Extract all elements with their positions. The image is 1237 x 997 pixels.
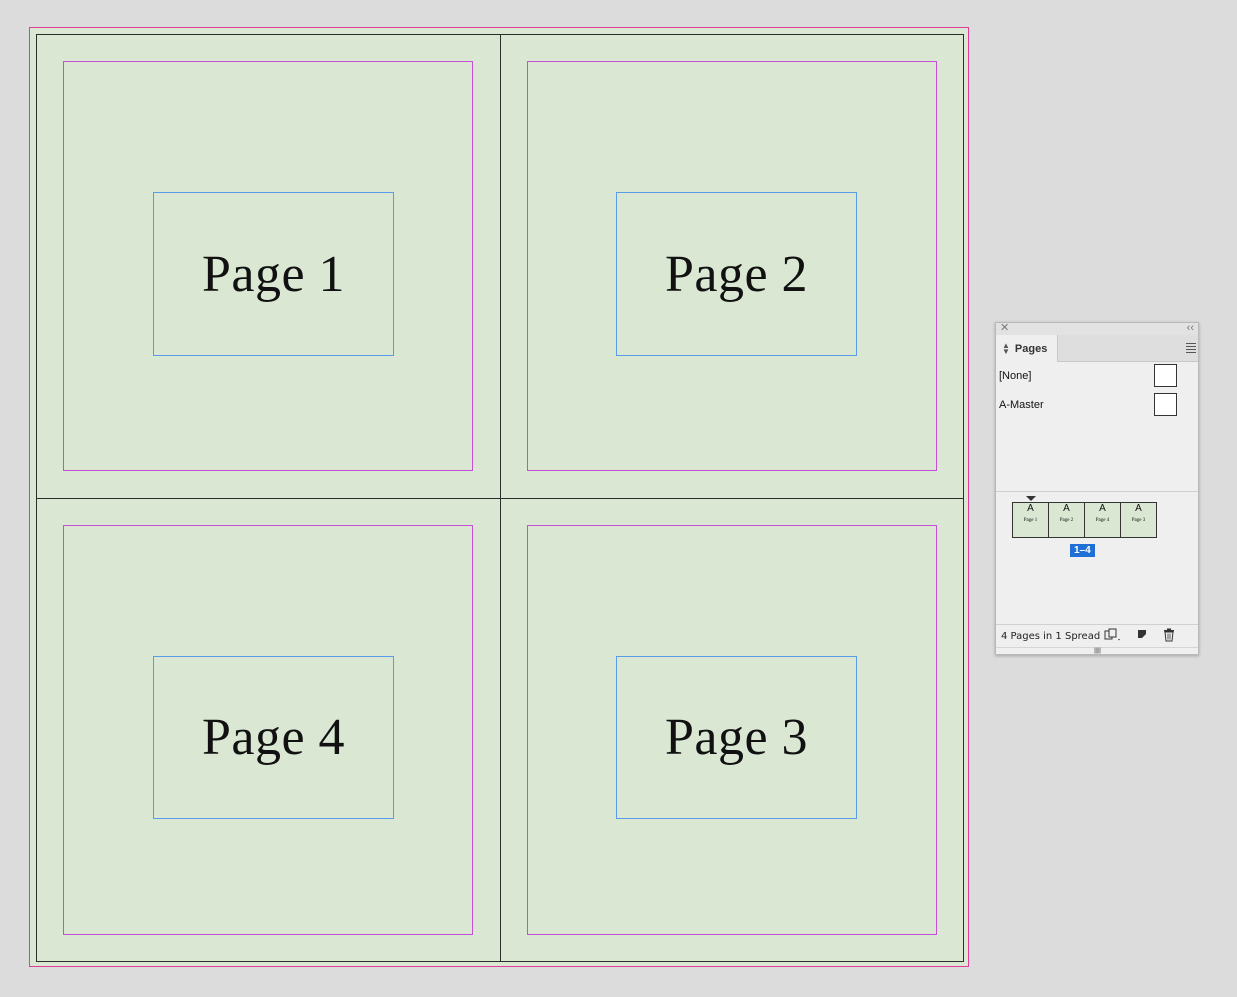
page-4-text-frame[interactable]: Page 4 [153, 656, 394, 819]
page-3-text-frame[interactable]: Page 3 [616, 656, 857, 819]
page-divider-horizontal [36, 498, 964, 499]
page-thumbnail[interactable]: A Page 4 [1085, 503, 1121, 537]
master-item-label: [None] [999, 370, 1032, 382]
close-icon[interactable]: ✕ [1000, 321, 1009, 335]
page-4-label: Page 4 [201, 709, 346, 766]
spread-thumbnail[interactable]: A Page 1 A Page 2 A Page 4 A Page 3 [1012, 502, 1157, 538]
thumb-page-text: Page 3 [1131, 518, 1146, 523]
page-thumbnail[interactable]: A Page 3 [1121, 503, 1156, 537]
thumb-page-text: Page 2 [1059, 518, 1074, 523]
page-3-label: Page 3 [664, 709, 809, 766]
tab-pages-label: Pages [1014, 342, 1048, 355]
pages-status-text: 4 Pages in 1 Spread [1001, 630, 1101, 642]
thumb-master-letter: A [1063, 503, 1070, 514]
page-2-text-frame[interactable]: Page 2 [616, 192, 857, 356]
spread-start-marker-icon [1026, 496, 1036, 501]
trash-icon[interactable] [1162, 628, 1176, 642]
collapse-icon[interactable]: ‹‹ [1187, 321, 1194, 335]
master-thumbnail[interactable] [1154, 364, 1177, 387]
panel-resize-grip[interactable]: |||||||||||| [996, 647, 1198, 654]
tab-pages[interactable]: ▲ ▼ Pages [996, 335, 1058, 362]
panel-menu-icon[interactable] [1186, 341, 1196, 355]
edit-page-size-icon[interactable] [1104, 628, 1120, 642]
pages-panel: ✕ ‹‹ ▲▼ Pages [None] A-Master A Page 1 [995, 322, 1199, 655]
tab-arrows-icon: ▲ ▼ [1002, 340, 1010, 356]
master-item-a-master[interactable]: A-Master [999, 392, 1198, 418]
panel-tabbar: ▲ ▼ Pages [996, 335, 1198, 362]
page-1-text-frame[interactable]: Page 1 [153, 192, 394, 356]
panel-section-divider[interactable] [996, 491, 1198, 492]
spread-number-label[interactable]: 1–4 [1070, 544, 1095, 557]
page-2-label: Page 2 [664, 245, 809, 303]
page-thumbnail[interactable]: A Page 1 [1013, 503, 1049, 537]
page-thumbnail[interactable]: A Page 2 [1049, 503, 1085, 537]
new-page-icon[interactable] [1136, 628, 1150, 642]
master-item-label: A-Master [999, 399, 1044, 411]
thumb-master-letter: A [1135, 503, 1142, 514]
thumb-page-text: Page 1 [1023, 518, 1038, 523]
master-thumbnail[interactable] [1154, 393, 1177, 416]
thumb-page-text: Page 4 [1095, 518, 1110, 523]
panel-footer: 4 Pages in 1 Spread [996, 624, 1198, 647]
document-canvas[interactable]: Page 1 Page 2 Page 4 Page 3 ✕ ‹‹ ▲ ▼ Page… [0, 0, 1237, 997]
thumb-master-letter: A [1099, 503, 1106, 514]
thumb-master-letter: A [1027, 503, 1034, 514]
master-item-none[interactable]: [None] [999, 363, 1198, 389]
page-1-label: Page 1 [201, 245, 346, 303]
